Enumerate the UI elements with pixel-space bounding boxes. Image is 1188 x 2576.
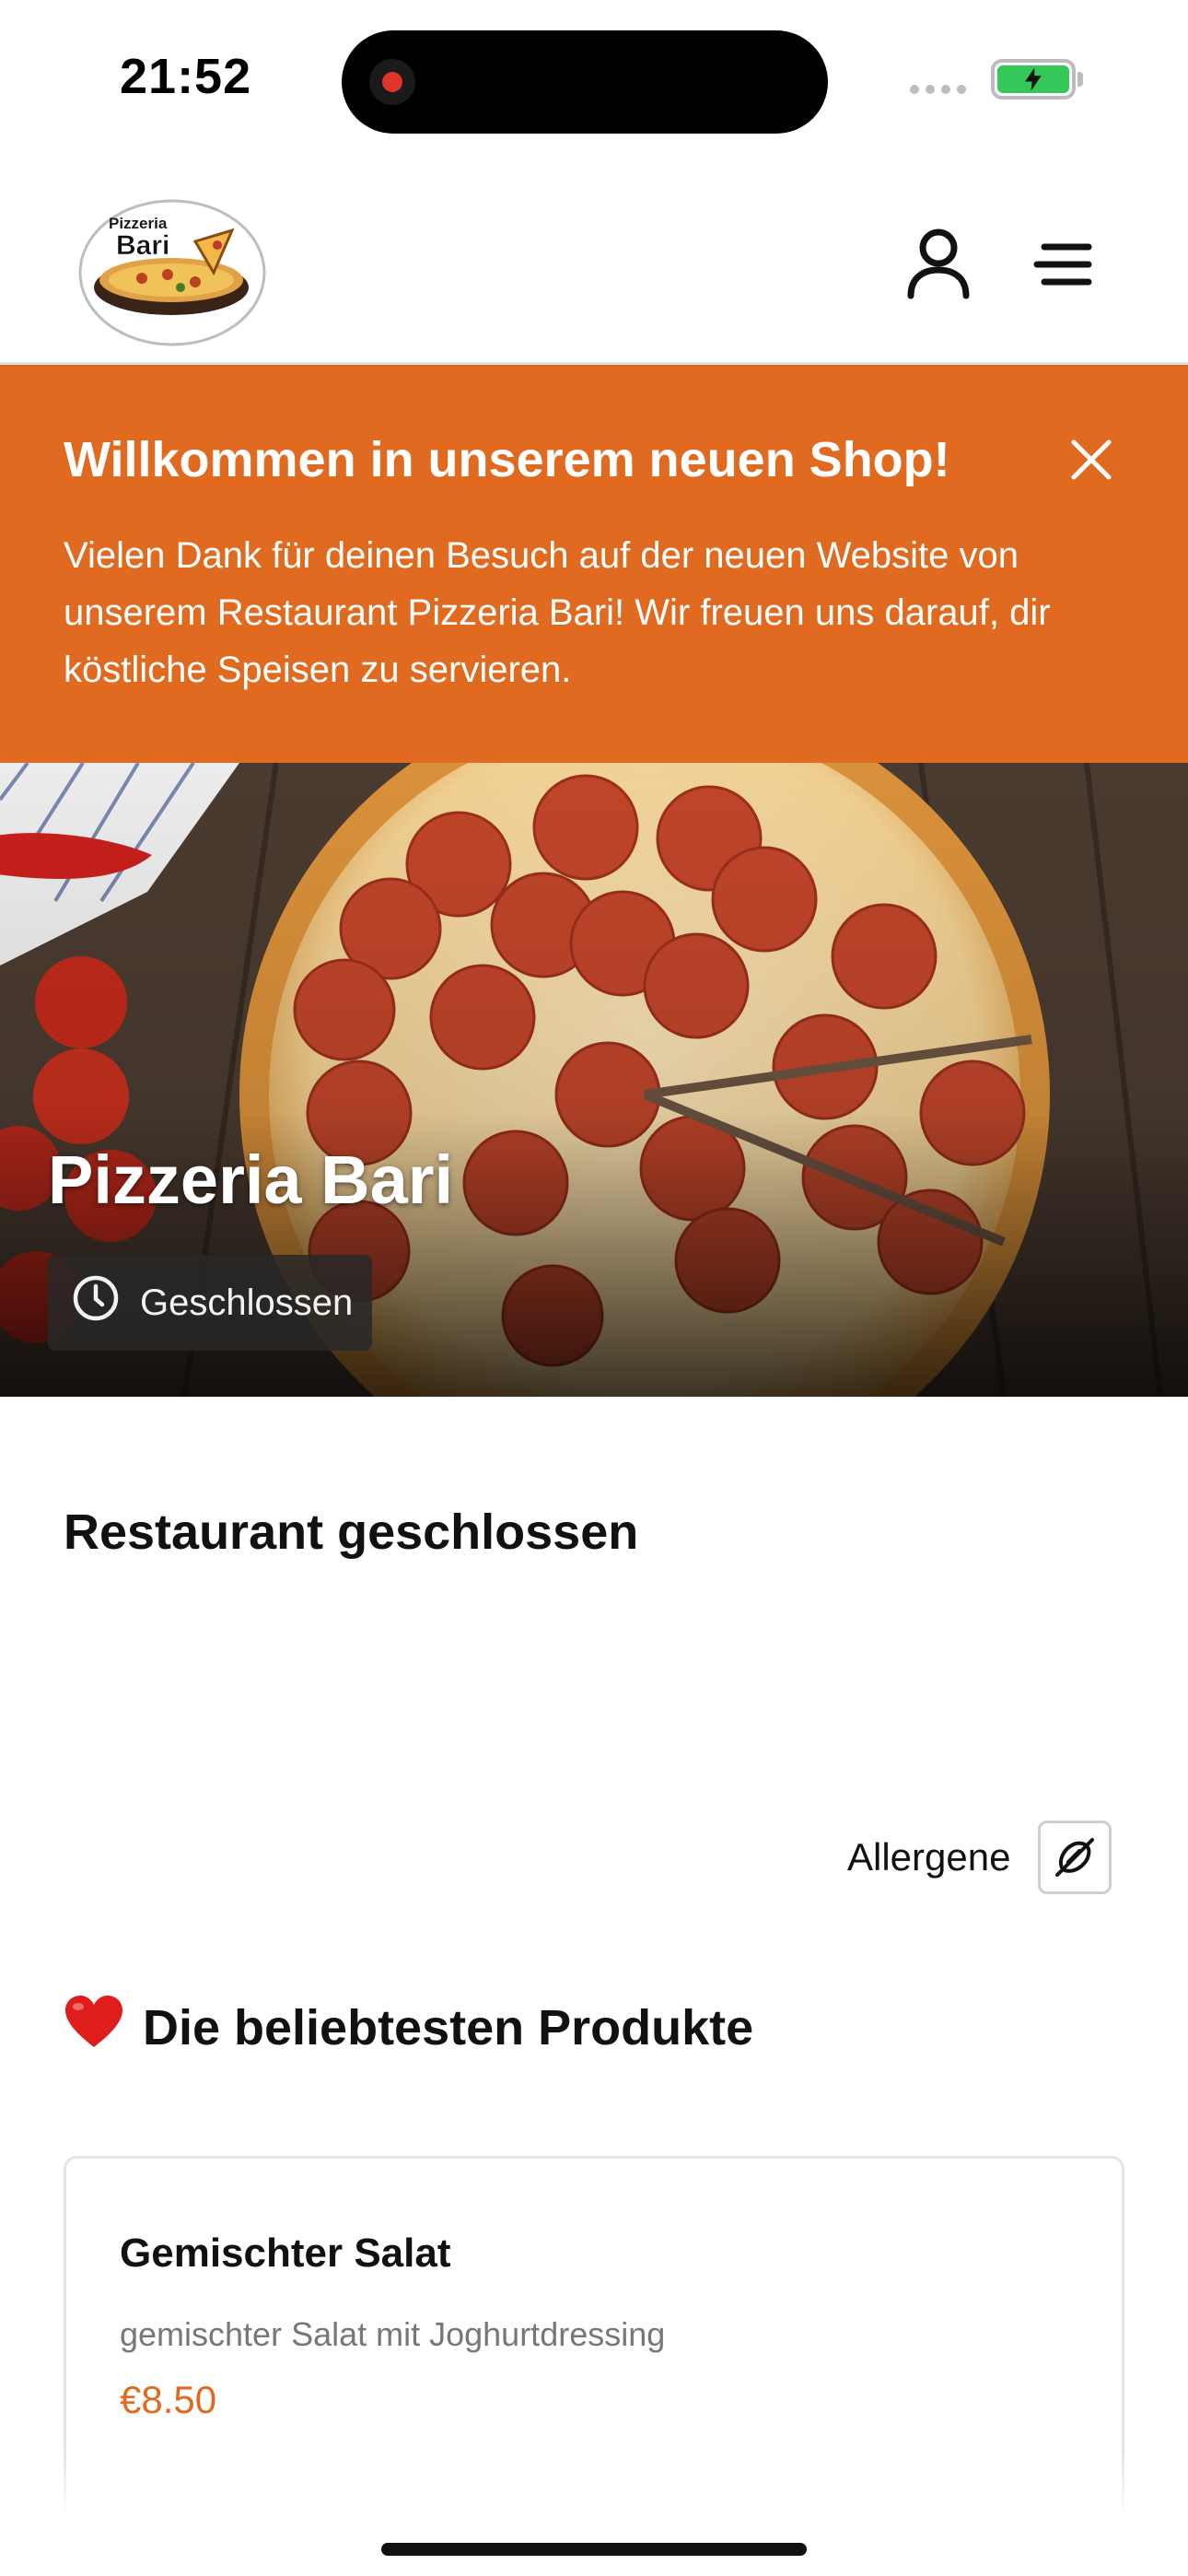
status-time: 21:52 (120, 49, 252, 104)
site-header: Pizzeria Bari (0, 157, 1188, 365)
restaurant-closed-heading: Restaurant geschlossen (64, 1505, 639, 1560)
heart-icon (64, 1994, 124, 2061)
allergen-filter-button[interactable] (1038, 1821, 1112, 1894)
hamburger-menu-icon[interactable] (1022, 223, 1105, 306)
home-indicator[interactable] (381, 2543, 807, 2556)
banner-title: Willkommen in unserem neuen Shop! (64, 432, 950, 487)
user-account-icon[interactable] (897, 223, 980, 306)
status-bar: 21:52 (0, 0, 1188, 157)
popular-products-heading: Die beliebtesten Produkte (64, 1994, 753, 2061)
banner-text: Vielen Dank für deinen Besuch auf der ne… (64, 535, 1051, 690)
logo[interactable]: Pizzeria Bari (77, 184, 267, 346)
recording-indicator-icon (369, 59, 415, 105)
allergen-filter: Allergene (847, 1821, 1112, 1894)
welcome-banner: Willkommen in unserem neuen Shop! Vielen… (0, 365, 1188, 763)
close-icon[interactable] (1061, 429, 1122, 490)
clock-icon (72, 1274, 120, 1331)
no-gluten-icon (1055, 1838, 1095, 1877)
battery-icon (991, 59, 1076, 100)
bottom-fade (0, 2451, 1188, 2576)
battery-nub (1077, 72, 1083, 87)
dynamic-island (342, 30, 828, 134)
opening-status-label: Geschlossen (140, 1282, 354, 1323)
opening-status-badge: Geschlossen (48, 1255, 372, 1351)
restaurant-name: Pizzeria Bari (48, 1142, 454, 1218)
popular-products-title: Die beliebtesten Produkte (143, 1999, 754, 2055)
product-price: €8.50 (120, 2378, 217, 2421)
signal-icon (910, 85, 966, 94)
hero-section: Pizzeria Bari Geschlossen (0, 763, 1188, 1397)
svg-text:Bari: Bari (116, 230, 169, 261)
allergen-label: Allergene (847, 1835, 1011, 1879)
product-description: gemischter Salat mit Joghurtdressing (120, 2315, 666, 2353)
product-name: Gemischter Salat (120, 2231, 451, 2276)
